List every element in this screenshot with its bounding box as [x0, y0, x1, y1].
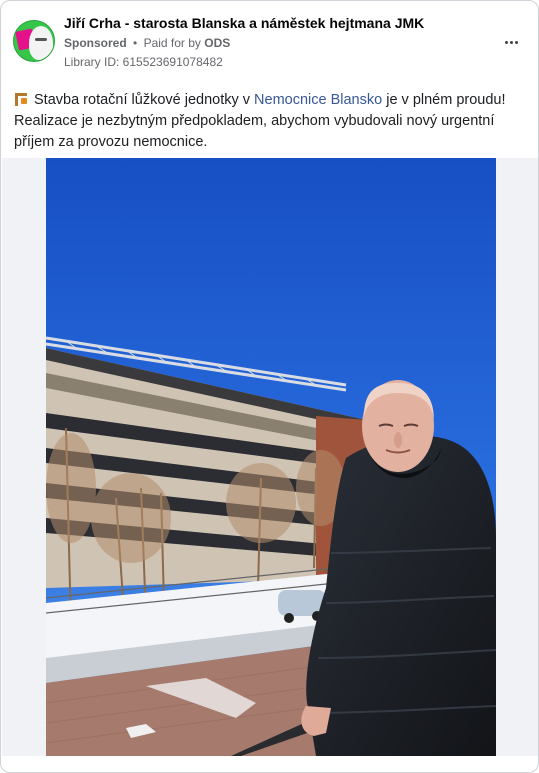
post-text: Stavba rotační lůžkové jednotky v Nemocn…: [14, 90, 529, 153]
portrait-icon: [29, 26, 53, 60]
library-id: Library ID: 615523691078482: [64, 55, 223, 69]
separator: •: [133, 36, 138, 50]
post-text-start: Stavba rotační lůžkové jednotky v: [34, 92, 255, 108]
advertiser-name[interactable]: Jiří Crha - starosta Blanska a náměstek …: [64, 15, 424, 31]
ad-header: Jiří Crha - starosta Blanska a náměstek …: [13, 13, 528, 73]
sponsored-label: Sponsored: [64, 36, 127, 50]
paid-for-by[interactable]: ODS: [204, 36, 230, 50]
hospital-link[interactable]: Nemocnice Blansko: [254, 92, 382, 108]
dot-icon: [504, 40, 508, 44]
sponsored-line: Sponsored • Paid for by ODS: [64, 36, 230, 50]
post-photo[interactable]: [46, 158, 496, 756]
ad-card: Jiří Crha - starosta Blanska a náměstek …: [0, 0, 539, 773]
dot-icon: [514, 40, 518, 44]
more-options-button[interactable]: [500, 31, 522, 53]
photo-illustration: [46, 158, 496, 756]
paid-for-prefix: Paid for by: [143, 36, 201, 50]
dot-icon: [509, 40, 513, 44]
media-frame: [2, 158, 538, 756]
construction-crane-icon: [14, 92, 28, 106]
advertiser-avatar[interactable]: [13, 20, 55, 62]
